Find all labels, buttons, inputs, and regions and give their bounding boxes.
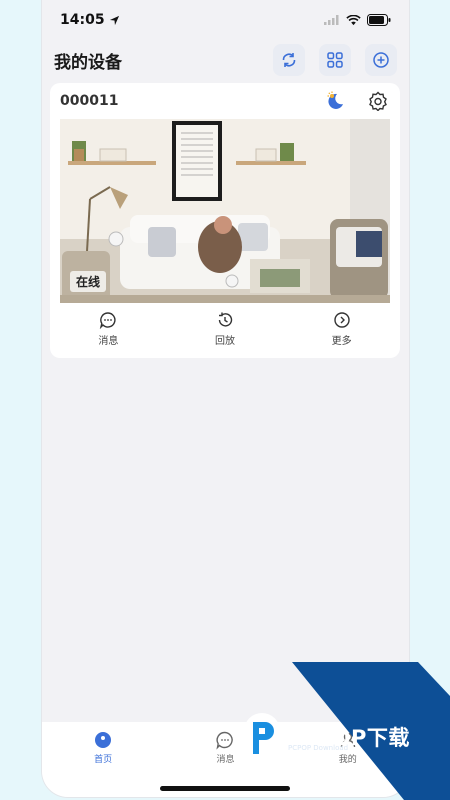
refresh-button[interactable]: [273, 44, 305, 76]
message-icon: [216, 731, 234, 750]
more-icon: [333, 312, 350, 328]
playback-icon: [218, 312, 233, 327]
device-card-header: 000011: [50, 83, 400, 119]
tab-home-label: 首页: [94, 755, 113, 765]
page-title: 我的设备: [54, 52, 122, 73]
device-actions: 消息 回放 更多: [50, 311, 400, 351]
device-card[interactable]: 000011 在线 消息 回放 更多: [50, 83, 400, 358]
refresh-icon: [282, 53, 296, 67]
device-playback-button[interactable]: 回放: [185, 311, 265, 351]
time-text: 14:05: [60, 12, 105, 28]
device-name: 000011: [60, 93, 119, 109]
settings-icon[interactable]: [368, 91, 388, 111]
camera-preview[interactable]: 在线: [60, 119, 390, 303]
device-message-label: 消息: [98, 336, 119, 347]
night-mode-icon[interactable]: [324, 90, 346, 112]
camera-preview-image: [60, 119, 390, 303]
tab-message-label: 消息: [216, 755, 235, 765]
device-more-button[interactable]: 更多: [302, 311, 382, 351]
status-time: 14:05: [60, 12, 120, 28]
device-message-button[interactable]: 消息: [68, 311, 148, 351]
watermark-subtext: PCPOP Download: [288, 744, 349, 752]
status-bar: 14:05: [42, 0, 409, 40]
add-icon: [373, 52, 389, 68]
signal-icon: [324, 15, 339, 25]
add-device-button[interactable]: [365, 44, 397, 76]
status-badge: 在线: [70, 271, 107, 292]
device-more-label: 更多: [331, 336, 352, 347]
header-actions: [273, 44, 397, 76]
home-indicator: [160, 786, 290, 791]
watermark-logo-icon: [244, 713, 280, 754]
grid-icon: [327, 52, 343, 68]
header: 我的设备: [42, 40, 409, 80]
status-icons: [324, 14, 391, 26]
grid-view-button[interactable]: [319, 44, 351, 76]
location-arrow-icon: [109, 15, 119, 25]
message-icon: [100, 312, 116, 329]
wifi-icon: [346, 14, 361, 25]
home-icon: [95, 732, 112, 748]
battery-icon: [367, 14, 391, 26]
device-card-actions: [324, 90, 388, 112]
device-playback-label: 回放: [214, 336, 235, 347]
tab-home[interactable]: 首页: [63, 730, 143, 797]
